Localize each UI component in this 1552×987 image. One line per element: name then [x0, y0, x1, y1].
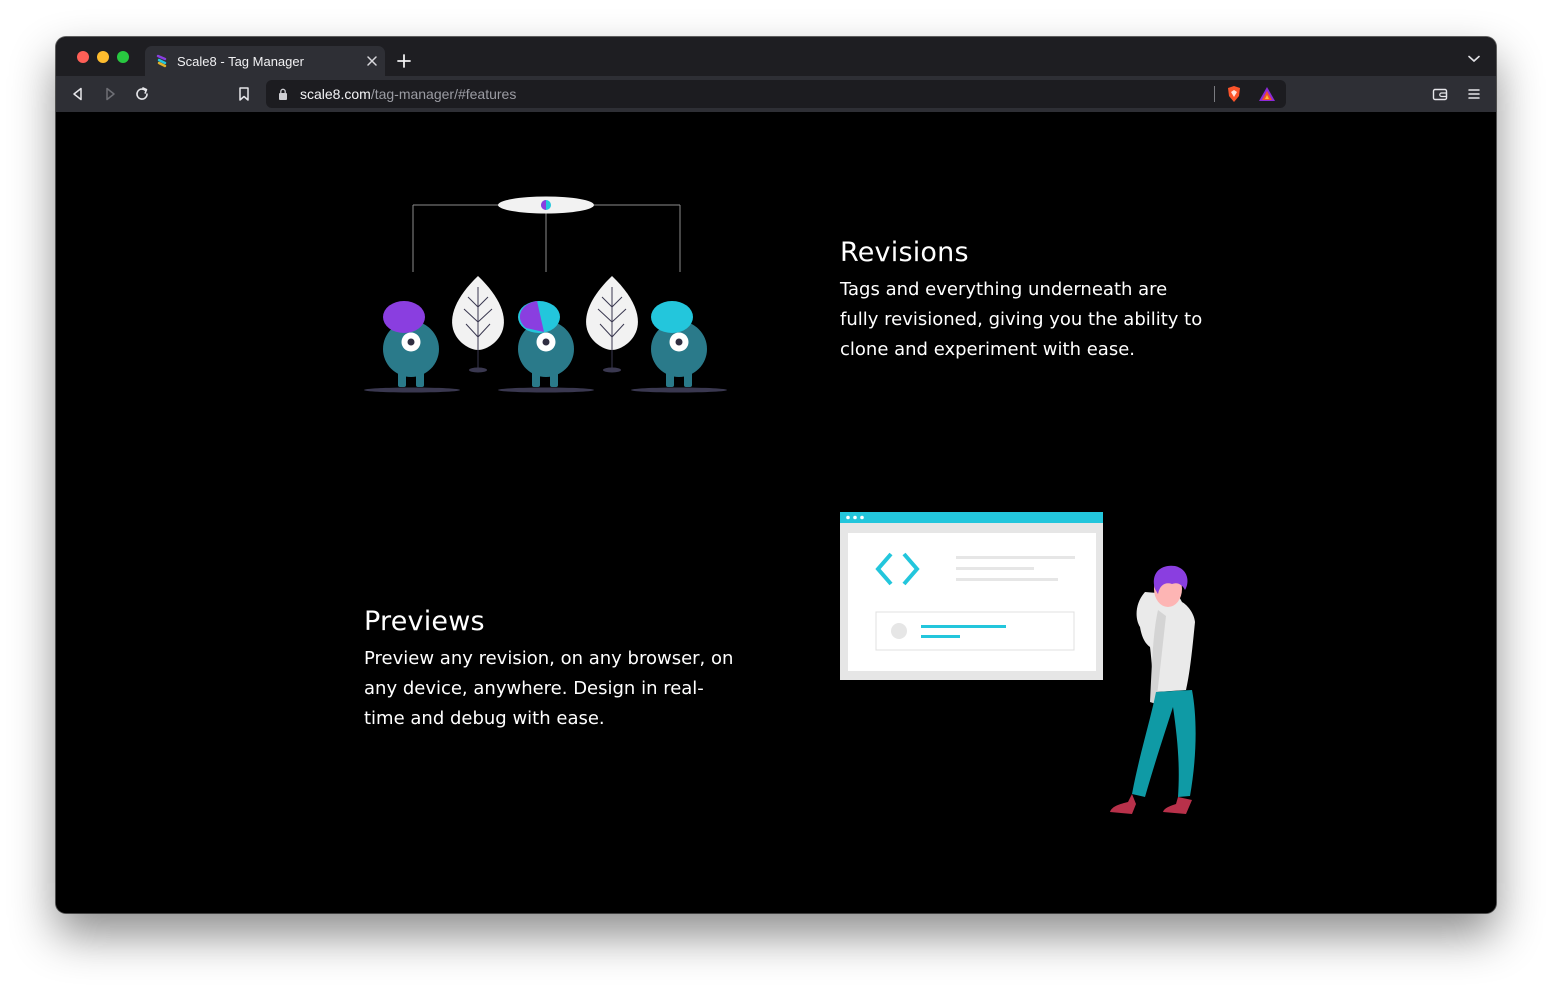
- tab-title: Scale8 - Tag Manager: [177, 54, 304, 69]
- creature-purple: [383, 301, 439, 387]
- scale8-favicon-icon: [156, 54, 167, 68]
- leaf-icon: [452, 276, 504, 373]
- forward-arrow-icon[interactable]: [102, 86, 118, 102]
- wallet-icon[interactable]: [1432, 86, 1448, 102]
- page-content: Revisions Tags and everything underneath…: [56, 112, 1496, 913]
- brave-rewards-icon[interactable]: [1258, 86, 1276, 102]
- creature-cyan: [651, 301, 707, 387]
- lock-icon: [279, 88, 287, 100]
- tree-diagram-lines: [412, 204, 681, 272]
- person-figure: [1110, 565, 1196, 814]
- browser-tab[interactable]: Scale8 - Tag Manager: [145, 46, 385, 76]
- leaf-icon: [586, 276, 638, 373]
- close-tab-icon[interactable]: [365, 54, 379, 68]
- revisions-description: Tags and everything underneath are fully…: [840, 279, 1203, 360]
- revisions-illustration: [364, 196, 727, 393]
- previews-title: Previews: [364, 606, 485, 637]
- tab-bar: Scale8 - Tag Manager: [56, 37, 1496, 76]
- bookmark-icon[interactable]: [236, 86, 252, 102]
- browser-window: Scale8 - Tag Manager scale8.com/tag-mana…: [56, 37, 1496, 913]
- url-text: scale8.com/tag-manager/#features: [300, 86, 516, 102]
- revisions-title: Revisions: [840, 237, 969, 268]
- minimize-window-button[interactable]: [97, 51, 109, 63]
- address-bar-divider: [1214, 86, 1215, 102]
- new-tab-plus-icon[interactable]: [396, 53, 412, 69]
- url-path: /tag-manager/#features: [370, 86, 517, 102]
- previews-description: Preview any revision, on any browser, on…: [364, 648, 734, 729]
- tab-list-chevron-icon[interactable]: [1468, 55, 1480, 63]
- hamburger-menu-icon[interactable]: [1466, 86, 1482, 102]
- reload-icon[interactable]: [134, 86, 150, 102]
- creature-split: [518, 301, 574, 387]
- back-arrow-icon[interactable]: [70, 86, 86, 102]
- previews-illustration: [840, 512, 1196, 814]
- brave-shields-icon[interactable]: [1226, 85, 1242, 103]
- url-host: scale8.com: [300, 86, 371, 102]
- maximize-window-button[interactable]: [117, 51, 129, 63]
- close-window-button[interactable]: [77, 51, 89, 63]
- browser-toolbar: scale8.com/tag-manager/#features: [56, 76, 1496, 112]
- address-bar[interactable]: scale8.com/tag-manager/#features: [266, 80, 1286, 108]
